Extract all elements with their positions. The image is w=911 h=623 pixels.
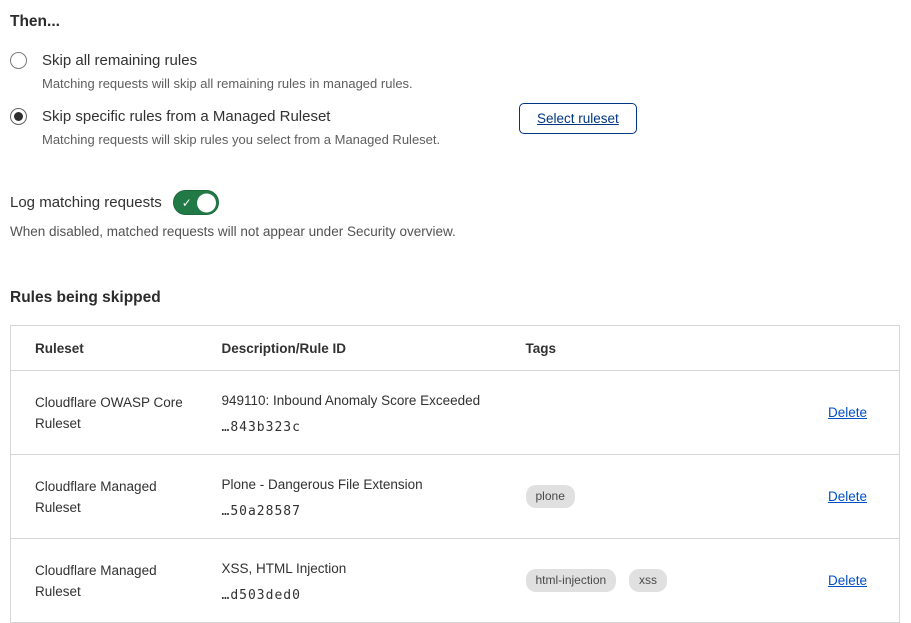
ruleset-cell: Cloudflare OWASP Core Ruleset (11, 371, 222, 455)
rule-description: XSS, HTML Injection (222, 559, 526, 579)
tags-cell: plone (526, 455, 790, 539)
column-header-tags: Tags (526, 326, 790, 371)
description-cell: Plone - Dangerous File Extension …50a285… (222, 455, 526, 539)
ruleset-name: Cloudflare OWASP Core Ruleset (35, 392, 190, 434)
waf-rule-config-page: Then... Skip all remaining rules Matchin… (0, 0, 911, 614)
table-header-row: Ruleset Description/Rule ID Tags (11, 326, 900, 371)
description-cell: XSS, HTML Injection …d503ded0 (222, 539, 526, 623)
table-row: Cloudflare Managed Ruleset Plone - Dange… (11, 455, 900, 539)
ruleset-cell: Cloudflare Managed Ruleset (11, 455, 222, 539)
log-matching-label: Log matching requests (10, 194, 162, 211)
delete-link[interactable]: Delete (828, 405, 867, 420)
radio-skip-all-rules[interactable] (10, 52, 27, 69)
option-skip-all-label[interactable]: Skip all remaining rules (42, 50, 413, 72)
tag-pill: html-injection (526, 569, 617, 592)
actions-cell: Delete (790, 455, 900, 539)
rule-description: Plone - Dangerous File Extension (222, 475, 526, 495)
rule-id: …843b323c (222, 420, 526, 435)
option-skip-all-description: Matching requests will skip all remainin… (42, 75, 413, 93)
log-matching-description: When disabled, matched requests will not… (10, 223, 900, 241)
option-skip-all-rules: Skip all remaining rules Matching reques… (10, 50, 900, 93)
delete-link[interactable]: Delete (828, 573, 867, 588)
ruleset-cell: Cloudflare Managed Ruleset (11, 539, 222, 623)
actions-cell: Delete (790, 539, 900, 623)
option-skip-all-body: Skip all remaining rules Matching reques… (42, 50, 413, 93)
tags-cell: html-injection xss (526, 539, 790, 623)
column-header-ruleset: Ruleset (11, 326, 222, 371)
rules-skipped-heading: Rules being skipped (10, 288, 900, 308)
then-heading: Then... (10, 12, 900, 32)
toggle-knob (197, 193, 216, 212)
select-ruleset-button[interactable]: Select ruleset (519, 103, 637, 134)
option-skip-specific-description: Matching requests will skip rules you se… (42, 131, 440, 149)
table-row: Cloudflare Managed Ruleset XSS, HTML Inj… (11, 539, 900, 623)
option-skip-specific-rules: Skip specific rules from a Managed Rules… (10, 106, 900, 149)
column-header-description: Description/Rule ID (222, 326, 526, 371)
log-matching-toggle[interactable]: ✓ (173, 190, 219, 215)
radio-dot (14, 56, 23, 65)
column-header-actions (790, 326, 900, 371)
rule-id: …50a28587 (222, 504, 526, 519)
rules-skipped-table: Ruleset Description/Rule ID Tags Cloudfl… (10, 325, 900, 623)
log-matching-row: Log matching requests ✓ (10, 190, 900, 215)
delete-link[interactable]: Delete (828, 489, 867, 504)
rule-description: 949110: Inbound Anomaly Score Exceeded (222, 391, 526, 411)
tag-pill: plone (526, 485, 575, 508)
radio-dot (14, 112, 23, 121)
actions-cell: Delete (790, 371, 900, 455)
rule-id: …d503ded0 (222, 588, 526, 603)
ruleset-name: Cloudflare Managed Ruleset (35, 560, 190, 602)
ruleset-name: Cloudflare Managed Ruleset (35, 476, 190, 518)
option-skip-specific-label[interactable]: Skip specific rules from a Managed Rules… (42, 106, 440, 128)
description-cell: 949110: Inbound Anomaly Score Exceeded …… (222, 371, 526, 455)
tags-cell (526, 371, 790, 455)
tag-pill: xss (629, 569, 667, 592)
check-icon: ✓ (182, 196, 192, 208)
select-ruleset-button-label: Select ruleset (537, 111, 619, 126)
radio-skip-specific-rules[interactable] (10, 108, 27, 125)
option-skip-specific-body: Skip specific rules from a Managed Rules… (42, 106, 440, 149)
table-row: Cloudflare OWASP Core Ruleset 949110: In… (11, 371, 900, 455)
